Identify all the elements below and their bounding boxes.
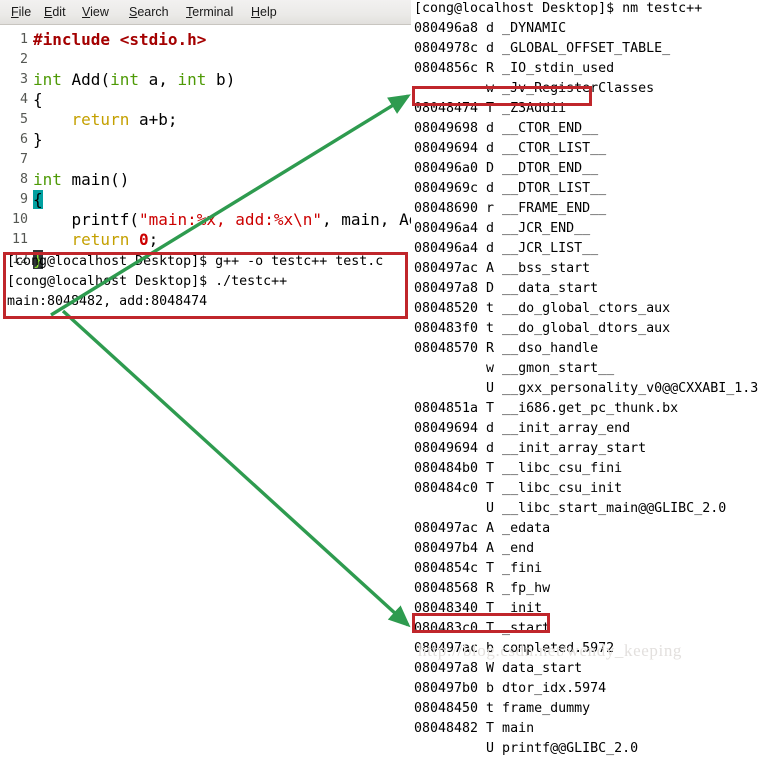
- nm-symbol-row: 0804851a T __i686.get_pc_thunk.bx: [414, 401, 679, 416]
- menu-item-view[interactable]: View: [79, 4, 112, 20]
- editor-pane: File Edit View Search Terminal Help 1 #include…: [0, 0, 447, 670]
- nm-symbol-row: 08048690 r __FRAME_END__: [414, 201, 607, 216]
- nm-symbol-row: 08048450 t frame_dummy: [414, 701, 591, 716]
- nm-symbol-row: 08049694 d __init_array_start: [414, 441, 647, 456]
- line-number: 3: [19, 72, 28, 87]
- code-line[interactable]: return 0;: [33, 230, 159, 250]
- code-line[interactable]: int Add(int a, int b): [33, 70, 235, 90]
- nm-symbol-row: 08048340 T _init: [414, 601, 543, 616]
- line-number: 7: [19, 152, 28, 167]
- menu-accel-letter: H: [251, 5, 261, 19]
- terminal-line: [cong@localhost Desktop]$ g++ -o testc++…: [7, 254, 384, 269]
- nm-symbol-row: 08048520 t __do_global_ctors_aux: [414, 301, 671, 316]
- line-number: 2: [19, 52, 28, 67]
- menu-bar: File Edit View Search Terminal Help: [0, 0, 411, 25]
- menu-accel-letter: E: [44, 5, 53, 19]
- nm-symbol-row: 08049694 d __CTOR_LIST__: [414, 141, 607, 156]
- code-line[interactable]: {: [33, 90, 43, 110]
- nm-symbol-row: 08048570 R __dso_handle: [414, 341, 599, 356]
- menu-accel-letter: V: [82, 5, 91, 19]
- nm-symbol-row: 080497a8 D __data_start: [414, 281, 599, 296]
- cursor-brace-highlight: {: [33, 190, 43, 209]
- nm-symbol-row: U printf@@GLIBC_2.0: [414, 741, 639, 756]
- nm-symbol-row: 080496a8 d _DYNAMIC: [414, 21, 567, 36]
- nm-symbol-row: 080484b0 T __libc_csu_fini: [414, 461, 623, 476]
- nm-symbol-row: 080497b0 b dtor_idx.5974: [414, 681, 607, 696]
- terminal-line: main:8048482, add:8048474: [7, 294, 208, 309]
- code-line[interactable]: }: [33, 130, 43, 150]
- watermark-text: http://blog.csdn.net/wendy_keeping: [418, 641, 683, 660]
- line-number: 11: [11, 232, 28, 247]
- line-number: 4: [19, 92, 28, 107]
- code-editor-area[interactable]: 1 #include <stdio.h> 2 3 int Add(int a, int …: [0, 25, 447, 269]
- menu-item-help[interactable]: Help: [248, 4, 280, 20]
- line-number: 6: [19, 132, 28, 147]
- code-line[interactable]: return a+b;: [33, 110, 178, 130]
- nm-symbol-row: 0804969c d __DTOR_LIST__: [414, 181, 607, 196]
- nm-symbol-row: 08048474 T _Z3Addii: [414, 101, 567, 116]
- nm-symbol-row: 08048568 R _fp_hw: [414, 581, 551, 596]
- nm-symbol-row: 08049694 d __init_array_end: [414, 421, 631, 436]
- line-number: 5: [19, 112, 28, 127]
- nm-symbol-row: 080497a8 W data_start: [414, 661, 583, 676]
- menu-item-search[interactable]: Search: [126, 4, 172, 20]
- terminal-line: [cong@localhost Desktop]$ ./testc++: [7, 274, 288, 289]
- nm-symbol-row: w _Jv_RegisterClasses: [414, 81, 655, 96]
- line-number: 10: [11, 212, 28, 227]
- embedded-terminal-session[interactable]: [cong@localhost Desktop]$ g++ -o testc++…: [0, 248, 411, 330]
- nm-output-terminal[interactable]: [cong@localhost Desktop]$ nm testc++ 0804…: [411, 0, 770, 756]
- menu-item-file[interactable]: File: [8, 4, 34, 20]
- nm-symbol-row: 080497ac A __bss_start: [414, 261, 591, 276]
- menu-accel-letter: T: [186, 5, 193, 19]
- nm-symbol-row: 080496a4 d __JCR_LIST__: [414, 241, 599, 256]
- nm-symbol-row: 0804854c T _fini: [414, 561, 543, 576]
- nm-symbol-row: 0804856c R _IO_stdin_used: [414, 61, 615, 76]
- nm-symbol-row: 08049698 d __CTOR_END__: [414, 121, 599, 136]
- menu-accel-letter: S: [129, 5, 138, 19]
- nm-symbol-row: U __gxx_personality_v0@@CXXABI_1.3: [414, 381, 759, 396]
- nm-symbol-row: w __gmon_start__: [414, 361, 615, 376]
- code-line[interactable]: printf("main:%x, add:%x\n", main, Add);: [33, 210, 448, 230]
- menu-item-terminal[interactable]: Terminal: [183, 4, 236, 20]
- nm-symbol-row: 080484c0 T __libc_csu_init: [414, 481, 623, 496]
- code-line[interactable]: int main(): [33, 170, 129, 190]
- menu-accel-letter: F: [11, 5, 19, 19]
- menu-item-edit[interactable]: Edit: [41, 4, 69, 20]
- nm-symbol-row: 080496a4 d __JCR_END__: [414, 221, 591, 236]
- nm-symbol-row: U __libc_start_main@@GLIBC_2.0: [414, 501, 727, 516]
- code-line[interactable]: {: [33, 190, 43, 210]
- nm-symbol-row: 08048482 T main: [414, 721, 535, 736]
- nm-symbol-row: 080497b4 A _end: [414, 541, 535, 556]
- line-number: 8: [19, 172, 28, 187]
- nm-symbol-row: 080483c0 T _start: [414, 621, 551, 636]
- line-number: 9: [19, 192, 28, 207]
- nm-symbol-row: 080497ac A _edata: [414, 521, 551, 536]
- line-number: 1: [19, 32, 28, 47]
- nm-prompt-line: [cong@localhost Desktop]$ nm testc++: [414, 1, 703, 16]
- nm-symbol-row: 0804978c d _GLOBAL_OFFSET_TABLE_: [414, 41, 671, 56]
- nm-symbol-row: 080496a0 D __DTOR_END__: [414, 161, 599, 176]
- code-line[interactable]: #include <stdio.h>: [33, 30, 206, 50]
- nm-symbol-row: 080483f0 t __do_global_dtors_aux: [414, 321, 671, 336]
